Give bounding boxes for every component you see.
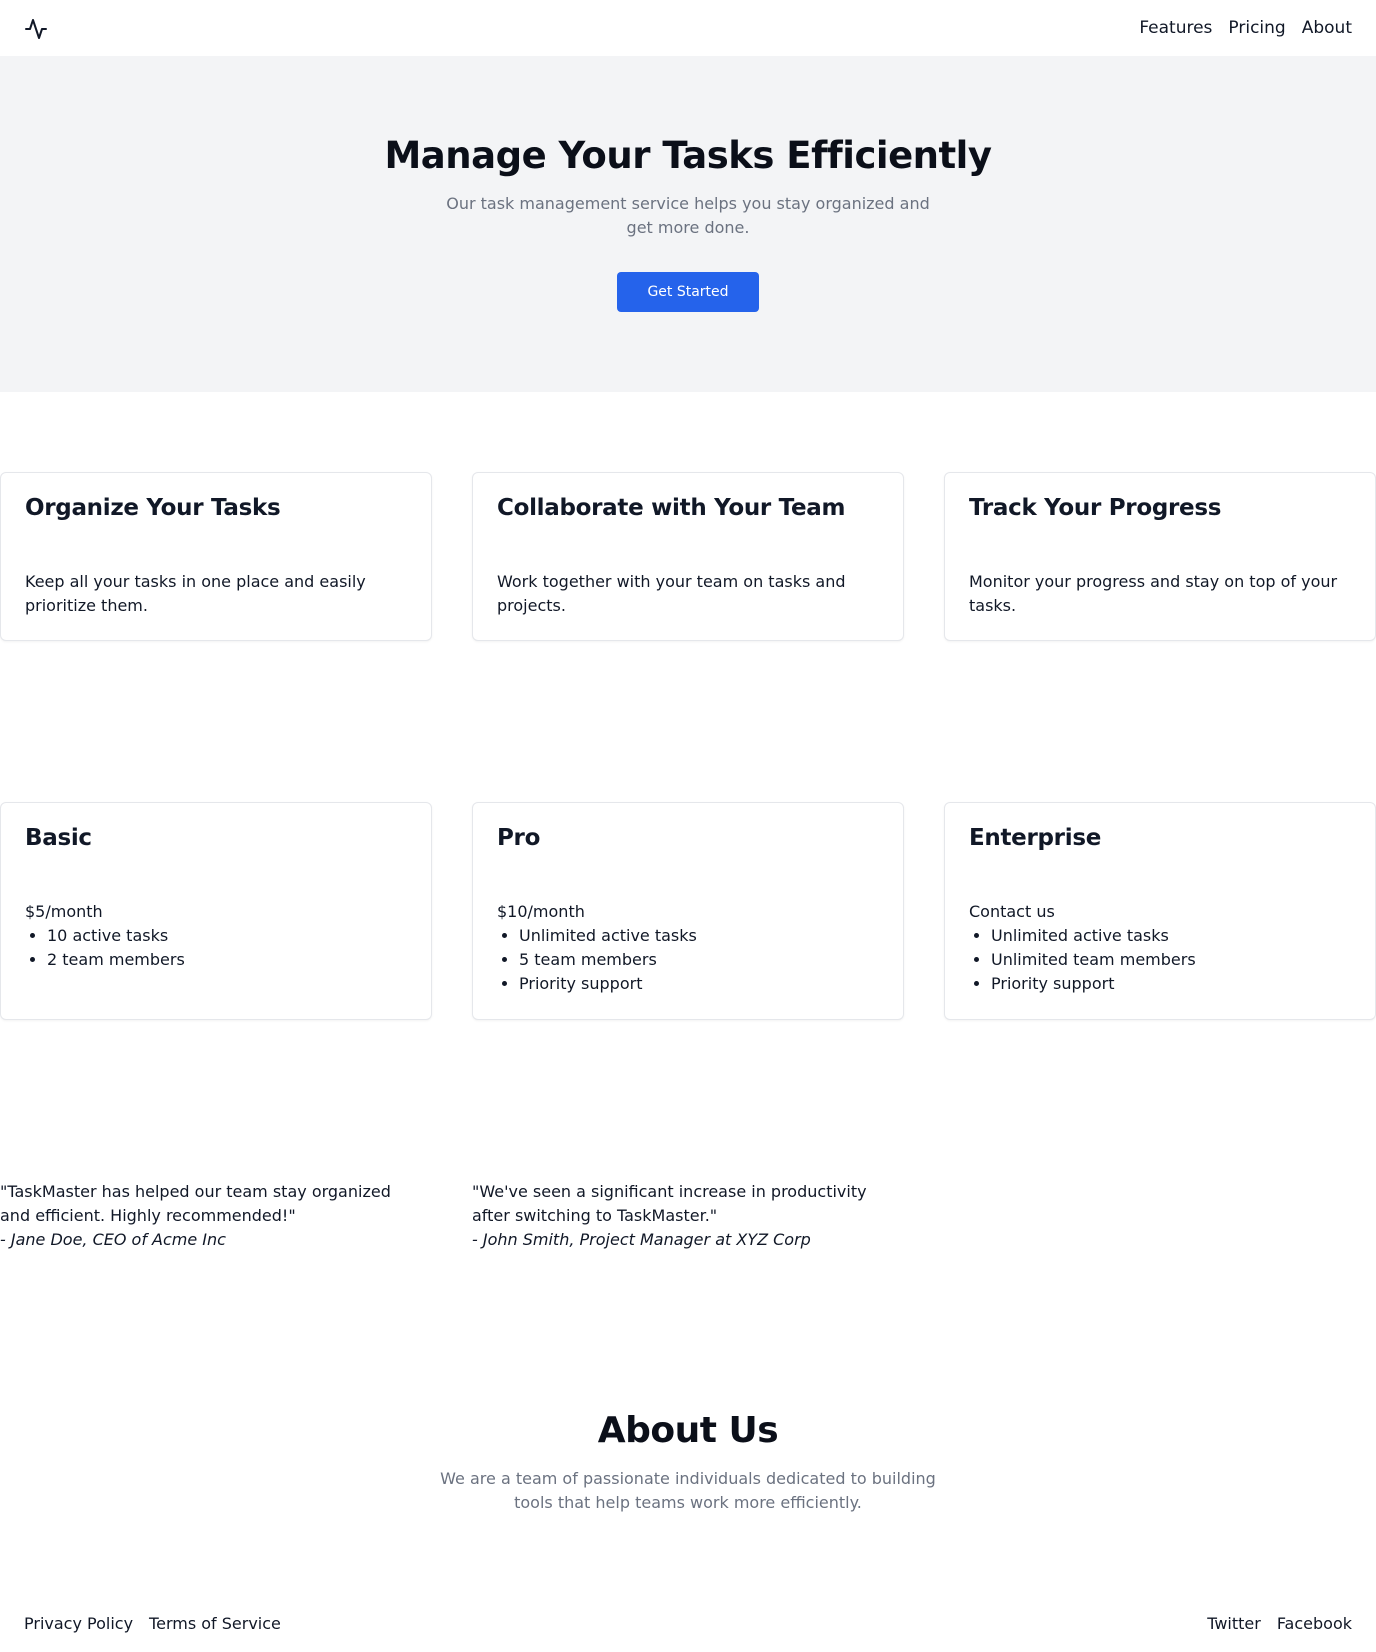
feature-card-description: Work together with your team on tasks an…: [497, 572, 846, 615]
feature-card-description: Monitor your progress and stay on top of…: [969, 572, 1338, 615]
feature-card-track: Track Your Progress Monitor your progres…: [944, 472, 1376, 641]
pricing-plan-price: $10/month: [497, 902, 585, 921]
get-started-button[interactable]: Get Started: [617, 272, 759, 312]
footer-legal-links: Privacy Policy Terms of Service: [24, 1613, 281, 1635]
about-text: We are a team of passionate individuals …: [440, 1469, 936, 1512]
main-nav: Features Pricing About: [1139, 17, 1352, 39]
footer-link-facebook[interactable]: Facebook: [1277, 1613, 1352, 1635]
pricing-feature-item: 5 team members: [519, 948, 697, 972]
pricing-feature-item: Unlimited active tasks: [519, 924, 697, 948]
nav-link-pricing[interactable]: Pricing: [1228, 17, 1285, 39]
pricing-plan-price: $5/month: [25, 902, 103, 921]
feature-card-collaborate: Collaborate with Your Team Work together…: [472, 472, 904, 641]
feature-card-title: Collaborate with Your Team: [497, 495, 846, 521]
pricing-feature-item: 2 team members: [47, 948, 185, 972]
testimonial-quote: "TaskMaster has helped our team stay org…: [0, 1182, 391, 1225]
testimonial-author: - John Smith, Project Manager at XYZ Cor…: [472, 1230, 811, 1249]
pricing-feature-item: Unlimited active tasks: [991, 924, 1196, 948]
feature-card-organize: Organize Your Tasks Keep all your tasks …: [0, 472, 432, 641]
pricing-card-pro: Pro $10/month Unlimited active tasks 5 t…: [472, 802, 904, 1020]
hero-title: Manage Your Tasks Efficiently: [384, 134, 992, 177]
testimonial-quote: "We've seen a significant increase in pr…: [472, 1182, 867, 1225]
pricing-card-basic: Basic $5/month 10 active tasks 2 team me…: [0, 802, 432, 1020]
footer-link-twitter[interactable]: Twitter: [1207, 1613, 1261, 1635]
activity-pulse-icon[interactable]: [24, 17, 48, 41]
feature-card-title: Track Your Progress: [969, 495, 1222, 521]
footer-link-terms-of-service[interactable]: Terms of Service: [149, 1613, 281, 1635]
pricing-plan-name: Enterprise: [969, 825, 1102, 851]
testimonial-jane-doe: "TaskMaster has helped our team stay org…: [0, 1180, 420, 1252]
pricing-card-enterprise: Enterprise Contact us Unlimited active t…: [944, 802, 1376, 1020]
pricing-plan-price: Contact us: [969, 902, 1055, 921]
feature-card-description: Keep all your tasks in one place and eas…: [25, 572, 366, 615]
nav-link-about[interactable]: About: [1302, 17, 1352, 39]
hero-section: Manage Your Tasks Efficiently Our task m…: [0, 56, 1376, 392]
pricing-feature-list: Unlimited active tasks Unlimited team me…: [991, 924, 1196, 996]
pricing-feature-item: Priority support: [519, 972, 697, 996]
feature-card-title: Organize Your Tasks: [25, 495, 281, 521]
about-title: About Us: [597, 1410, 779, 1451]
pricing-feature-list: Unlimited active tasks 5 team members Pr…: [519, 924, 697, 996]
pricing-feature-item: Unlimited team members: [991, 948, 1196, 972]
nav-link-features[interactable]: Features: [1139, 17, 1212, 39]
pricing-feature-item: Priority support: [991, 972, 1196, 996]
pricing-plan-name: Pro: [497, 825, 541, 851]
pricing-feature-item: 10 active tasks: [47, 924, 185, 948]
testimonial-author: - Jane Doe, CEO of Acme Inc: [0, 1230, 226, 1249]
site-header: Features Pricing About: [0, 0, 1376, 56]
footer-social-links: Twitter Facebook: [1207, 1613, 1352, 1635]
testimonial-john-smith: "We've seen a significant increase in pr…: [472, 1180, 892, 1252]
pricing-feature-list: 10 active tasks 2 team members: [47, 924, 185, 972]
pricing-plan-name: Basic: [25, 825, 92, 851]
footer-link-privacy-policy[interactable]: Privacy Policy: [24, 1613, 133, 1635]
hero-subtitle: Our task management service helps you st…: [446, 194, 930, 237]
